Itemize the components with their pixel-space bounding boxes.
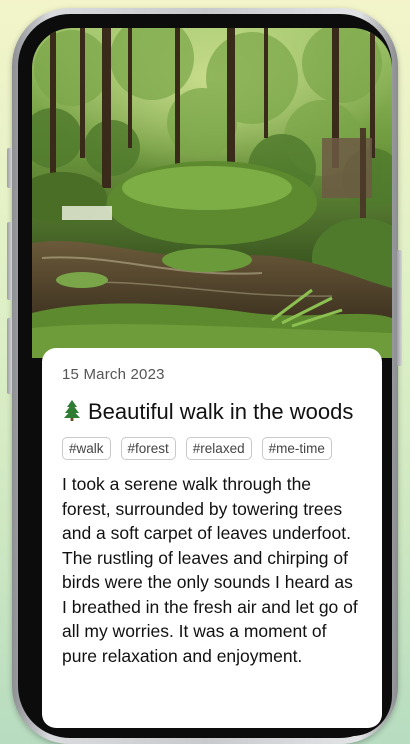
- phone-screen: 15 March 2023 Beautiful walk in the wood…: [32, 28, 392, 736]
- entry-title-text: Beautiful walk in the woods: [88, 399, 354, 424]
- tag-chip[interactable]: #forest: [120, 437, 176, 460]
- side-button-left-2: [7, 222, 12, 300]
- tree-icon: [62, 399, 82, 421]
- tag-chip[interactable]: #walk: [62, 437, 111, 460]
- tag-chip[interactable]: #relaxed: [185, 437, 252, 460]
- forest-photo: [32, 28, 392, 358]
- journal-entry-card[interactable]: 15 March 2023 Beautiful walk in the wood…: [42, 348, 382, 728]
- side-button-right: [397, 250, 402, 366]
- entry-date: 15 March 2023: [62, 366, 165, 383]
- side-button-left-1: [7, 148, 12, 188]
- tag-chip[interactable]: #me-time: [261, 437, 332, 460]
- side-button-left-3: [7, 318, 12, 394]
- entry-title: Beautiful walk in the woods: [62, 397, 362, 427]
- tag-list: #walk #forest #relaxed #me-time: [62, 437, 362, 460]
- entry-body: I took a serene walk through the forest,…: [62, 474, 358, 666]
